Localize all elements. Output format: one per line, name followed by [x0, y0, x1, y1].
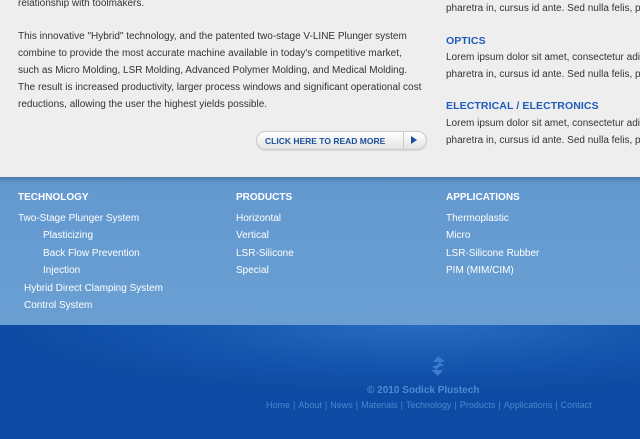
bottom-link-materials[interactable]: Materials — [361, 400, 398, 410]
electrical-line-2: pharetra in, cursus id ante. Sed nulla f… — [446, 135, 640, 146]
copyright-label: © 2010 Sodick Plustech — [367, 385, 480, 396]
footer-link-hybrid-direct-clamping[interactable]: Hybrid Direct Clamping System — [24, 283, 163, 294]
footer-link-special[interactable]: Special — [236, 265, 269, 276]
bottom-link-news[interactable]: News — [330, 400, 353, 410]
paragraph-line-1: This innovative "Hybrid" technology, and… — [18, 31, 407, 42]
intro-tail-text: relationship with toolmakers. — [18, 0, 145, 9]
bottom-link-products[interactable]: Products — [460, 400, 496, 410]
bottom-footer — [0, 325, 640, 439]
footer-navigation: TECHNOLOGY Two-Stage Plunger System Plas… — [0, 177, 640, 325]
footer-heading-products: PRODUCTS — [236, 192, 293, 203]
bottom-links: Home | About | News | Materials | Technology | Pro… — [266, 400, 592, 410]
link-separator: | — [293, 400, 296, 410]
sodick-logo-icon — [431, 356, 445, 376]
right-top-line: pharetra in, cursus id ante. Sed nulla f… — [446, 3, 640, 14]
read-more-label: CLICK HERE TO READ MORE — [265, 136, 386, 146]
footer-top-shadow — [0, 177, 640, 183]
content-area: relationship with toolmakers. This innov… — [0, 0, 640, 177]
bottom-link-contact[interactable]: Contact — [561, 400, 592, 410]
optics-line-1: Lorem ipsum dolor sit amet, consectetur … — [446, 52, 640, 63]
electrical-line-1: Lorem ipsum dolor sit amet, consectetur … — [446, 118, 640, 129]
footer-link-micro[interactable]: Micro — [446, 230, 470, 241]
heading-optics: OPTICS — [446, 35, 486, 47]
footer-heading-applications: APPLICATIONS — [446, 192, 520, 203]
read-more-divider — [403, 132, 404, 149]
footer-link-lsr-silicone-rubber[interactable]: LSR-Silicone Rubber — [446, 248, 539, 259]
paragraph-line-5: reductions, allowing the user the highes… — [18, 99, 268, 110]
bottom-link-technology[interactable]: Technology — [406, 400, 452, 410]
footer-link-plasticizing[interactable]: Plasticizing — [43, 230, 93, 241]
footer-link-lsr-silicone[interactable]: LSR-Silicone — [236, 248, 294, 259]
bottom-link-about[interactable]: About — [298, 400, 322, 410]
link-separator: | — [555, 400, 558, 410]
heading-electrical-electronics: ELECTRICAL / ELECTRONICS — [446, 100, 599, 112]
paragraph-line-2: combine to provide the most accurate mac… — [18, 48, 402, 59]
link-separator: | — [400, 400, 403, 410]
play-arrow-icon — [411, 136, 417, 144]
link-separator: | — [355, 400, 359, 410]
footer-link-thermoplastic[interactable]: Thermoplastic — [446, 213, 509, 224]
link-separator: | — [454, 400, 457, 410]
footer-link-two-stage-plunger-system[interactable]: Two-Stage Plunger System — [18, 213, 139, 224]
optics-line-2: pharetra in, cursus id ante. Sed nulla f… — [446, 69, 640, 80]
footer-link-vertical[interactable]: Vertical — [236, 230, 269, 241]
footer-heading-technology: TECHNOLOGY — [18, 192, 89, 203]
footer-link-back-flow-prevention[interactable]: Back Flow Prevention — [43, 248, 140, 259]
link-separator: | — [324, 400, 328, 410]
link-separator: | — [498, 400, 501, 410]
bottom-link-home[interactable]: Home — [266, 400, 290, 410]
read-more-button[interactable]: CLICK HERE TO READ MORE — [256, 131, 427, 150]
footer-link-injection[interactable]: Injection — [43, 265, 80, 276]
paragraph-line-3: such as Micro Molding, LSR Molding, Adva… — [18, 65, 408, 76]
footer-link-pim[interactable]: PIM (MIM/CIM) — [446, 265, 514, 276]
bottom-link-applications[interactable]: Applications — [504, 400, 553, 410]
paragraph-line-4: The result is increased productivity, la… — [18, 82, 422, 93]
footer-link-horizontal[interactable]: Horizontal — [236, 213, 281, 224]
footer-link-control-system[interactable]: Control System — [24, 300, 92, 311]
